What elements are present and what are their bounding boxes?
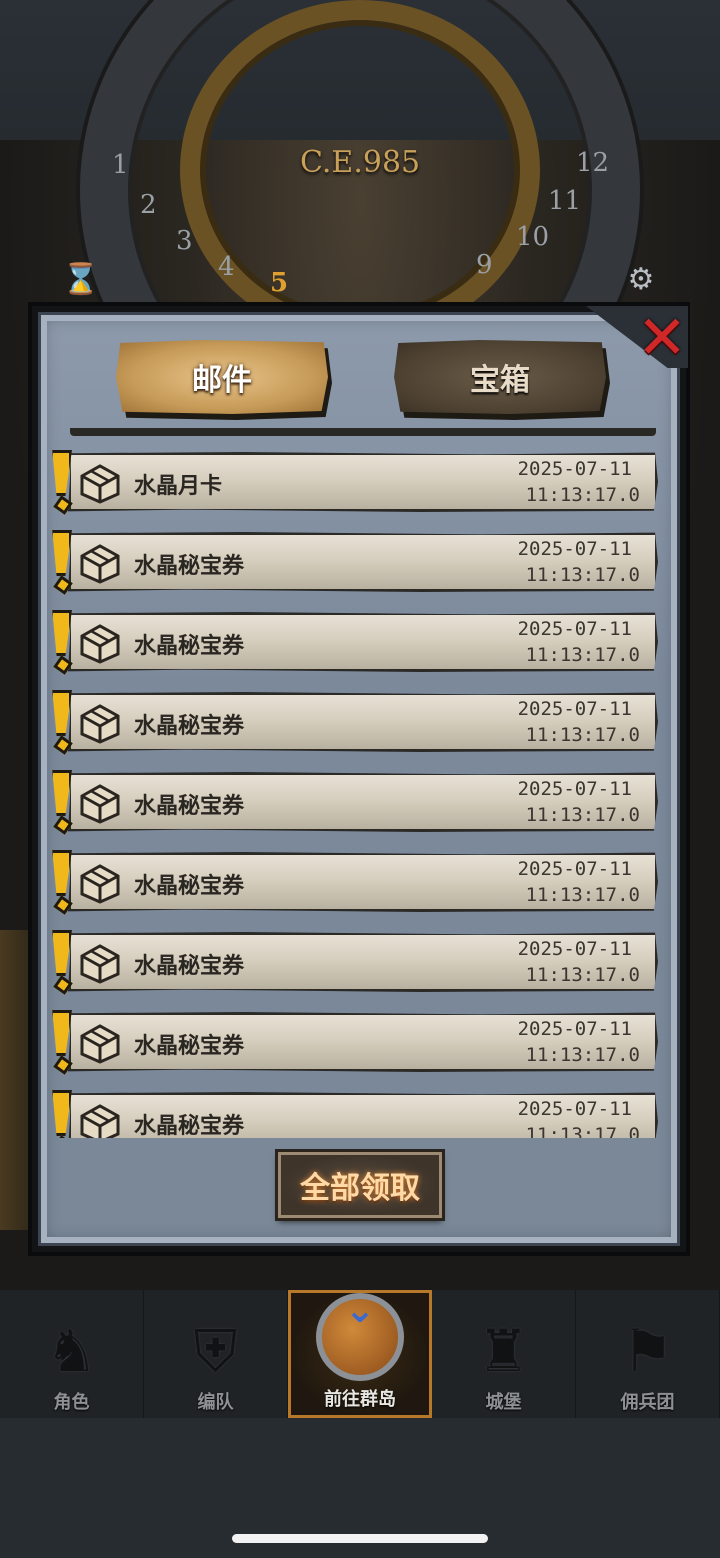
- alert-icon: [50, 930, 74, 996]
- mail-title: 水晶秘宝券: [134, 1114, 245, 1138]
- nav-item-character[interactable]: ♞ 角色: [0, 1290, 144, 1418]
- nav-label: 前往群岛: [324, 1389, 396, 1410]
- chest-icon: [80, 624, 120, 664]
- chest-icon: [80, 864, 120, 904]
- tab-chest[interactable]: 宝箱: [394, 340, 606, 414]
- nav-item-mercenary[interactable]: ⚑ 佣兵团: [576, 1290, 720, 1418]
- mail-time: 11:13:17.0: [525, 484, 640, 506]
- mail-title: 水晶秘宝券: [134, 794, 245, 819]
- nav-label: 佣兵团: [620, 1392, 675, 1413]
- nav-label: 编队: [197, 1392, 234, 1413]
- tab-mail[interactable]: 邮件: [116, 340, 328, 414]
- knight-icon: ♞: [45, 1317, 98, 1385]
- nav-label: 城堡: [485, 1392, 522, 1413]
- mail-list-item[interactable]: 水晶秘宝券 2025-07-11 11:13:17.0: [44, 1010, 664, 1076]
- nav-item-castle[interactable]: ♜ 城堡: [432, 1290, 576, 1418]
- dial-number: 1: [112, 150, 129, 180]
- mail-title: 水晶月卡: [134, 474, 223, 499]
- flag-icon: ⚑: [621, 1317, 674, 1385]
- mail-time: 11:13:17.0: [525, 804, 640, 826]
- mail-time: 11:13:17.0: [525, 644, 640, 666]
- mail-list-item[interactable]: 水晶秘宝券 2025-07-11 11:13:17.0: [44, 530, 664, 596]
- bottom-nav: ♞ 角色 ⛨ 编队 ⌄ 前往群岛 ♜ 城堡 ⚑ 佣兵团: [0, 1290, 720, 1418]
- alert-icon: [50, 690, 74, 756]
- hourglass-icon[interactable]: ⌛: [52, 262, 110, 302]
- home-indicator[interactable]: [232, 1534, 488, 1543]
- gear-icon[interactable]: ⚙: [612, 262, 670, 302]
- mail-date: 2025-07-11: [517, 778, 632, 800]
- chest-icon: [80, 1104, 120, 1138]
- armor-icon: ⛨: [193, 1317, 238, 1385]
- mail-time: 11:13:17.0: [525, 1044, 640, 1066]
- dial-number: 4: [218, 252, 235, 282]
- close-icon[interactable]: ✕: [636, 308, 688, 368]
- alert-icon: [50, 1010, 74, 1076]
- dial-number: 9: [476, 250, 493, 280]
- mail-title: 水晶秘宝券: [134, 874, 245, 899]
- chest-icon: [80, 944, 120, 984]
- era-label: C.E.985: [300, 145, 421, 180]
- chevron-down-icon: ⌄: [344, 1290, 376, 1331]
- alert-icon: [50, 770, 74, 836]
- mail-title: 水晶秘宝券: [134, 954, 245, 979]
- alert-icon: [50, 610, 74, 676]
- mail-list-item[interactable]: 水晶秘宝券 2025-07-11 11:13:17.0: [44, 850, 664, 916]
- mail-date: 2025-07-11: [517, 938, 632, 960]
- chest-icon: [80, 544, 120, 584]
- dial-number-active: 5: [270, 268, 289, 298]
- mail-list-item[interactable]: 水晶月卡 2025-07-11 11:13:17.0: [44, 450, 664, 516]
- dial-number: 12: [576, 148, 610, 178]
- mail-title: 水晶秘宝券: [134, 1034, 245, 1059]
- alert-icon: [50, 1090, 74, 1138]
- mail-date: 2025-07-11: [517, 1098, 632, 1120]
- mail-title: 水晶秘宝券: [134, 554, 245, 579]
- nav-item-formation[interactable]: ⛨ 编队: [144, 1290, 288, 1418]
- dial-number: 3: [176, 226, 193, 256]
- mail-time: 11:13:17.0: [525, 564, 640, 586]
- castle-icon: ♜: [477, 1317, 530, 1385]
- alert-icon: [50, 850, 74, 916]
- mail-time: 11:13:17.0: [525, 884, 640, 906]
- mail-time: 11:13:17.0: [525, 724, 640, 746]
- mail-date: 2025-07-11: [517, 858, 632, 880]
- dial-number: 10: [516, 222, 550, 252]
- mail-date: 2025-07-11: [517, 698, 632, 720]
- mail-list-item[interactable]: 水晶秘宝券 2025-07-11 11:13:17.0: [44, 690, 664, 756]
- dial-number: 2: [140, 190, 157, 220]
- chest-icon: [80, 464, 120, 504]
- chest-icon: [80, 704, 120, 744]
- chest-icon: [80, 1024, 120, 1064]
- globe-icon: ⌄: [316, 1293, 404, 1381]
- nav-label: 角色: [53, 1392, 90, 1413]
- mail-list-item[interactable]: 水晶秘宝券 2025-07-11 11:13:17.0: [44, 1090, 664, 1138]
- alert-icon: [50, 530, 74, 596]
- mail-list-item[interactable]: 水晶秘宝券 2025-07-11 11:13:17.0: [44, 610, 664, 676]
- mail-title: 水晶秘宝券: [134, 714, 245, 739]
- list-item-partial: [70, 428, 656, 436]
- mail-list-item[interactable]: 水晶秘宝券 2025-07-11 11:13:17.0: [44, 770, 664, 836]
- mail-title: 水晶秘宝券: [134, 634, 245, 659]
- mail-date: 2025-07-11: [517, 458, 632, 480]
- mail-date: 2025-07-11: [517, 1018, 632, 1040]
- alert-icon: [50, 450, 74, 516]
- mail-time: 11:13:17.0: [525, 964, 640, 986]
- mail-list-item[interactable]: 水晶秘宝券 2025-07-11 11:13:17.0: [44, 930, 664, 996]
- mail-list[interactable]: 水晶月卡 2025-07-11 11:13:17.0 水晶秘宝券 2025-07-11 1…: [44, 428, 664, 1138]
- chest-icon: [80, 784, 120, 824]
- dial-number: 11: [548, 186, 582, 216]
- mail-date: 2025-07-11: [517, 618, 632, 640]
- nav-item-islands[interactable]: ⌄ 前往群岛: [288, 1290, 432, 1418]
- claim-all-button[interactable]: 全部领取: [278, 1152, 442, 1218]
- mail-time: 11:13:17.0: [525, 1124, 640, 1138]
- mail-date: 2025-07-11: [517, 538, 632, 560]
